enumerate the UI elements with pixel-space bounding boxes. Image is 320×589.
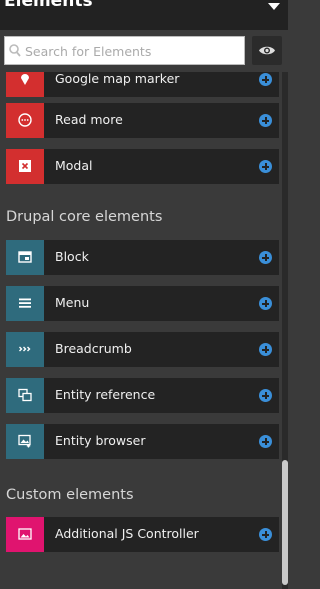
element-item-breadcrumb[interactable]: Breadcrumb bbox=[6, 332, 279, 367]
map-marker-icon bbox=[21, 74, 29, 85]
element-label: Menu bbox=[55, 295, 90, 310]
element-label: Entity reference bbox=[55, 387, 156, 402]
add-element-icon[interactable] bbox=[259, 160, 272, 173]
element-icon-tile bbox=[6, 72, 44, 97]
entity-browser-icon bbox=[18, 434, 31, 448]
element-item-read-more[interactable]: Read more bbox=[6, 103, 279, 138]
element-item-modal[interactable]: Modal bbox=[6, 149, 279, 184]
element-item-entity-reference[interactable]: Entity reference bbox=[6, 378, 279, 413]
element-icon-tile bbox=[6, 240, 44, 275]
element-label: Breadcrumb bbox=[55, 341, 132, 356]
add-element-icon[interactable] bbox=[259, 114, 272, 127]
image-icon bbox=[18, 528, 32, 540]
search-input[interactable] bbox=[25, 41, 240, 61]
block-icon bbox=[18, 251, 32, 263]
elements-list: Google map marker Read more Modal Drupal… bbox=[0, 72, 282, 589]
element-icon-tile bbox=[6, 286, 44, 321]
panel-title: Elements bbox=[4, 0, 93, 11]
element-label: Entity browser bbox=[55, 433, 146, 448]
element-item-block[interactable]: Block bbox=[6, 240, 279, 275]
scrollbar-thumb[interactable] bbox=[282, 460, 288, 585]
section-title-drupal-core: Drupal core elements bbox=[6, 209, 163, 225]
add-element-icon[interactable] bbox=[259, 73, 272, 86]
search-icon bbox=[9, 44, 21, 57]
eye-icon bbox=[259, 46, 275, 55]
menu-icon bbox=[19, 298, 31, 308]
element-item-menu[interactable]: Menu bbox=[6, 286, 279, 321]
element-icon-tile bbox=[6, 424, 44, 459]
element-item-google-map-marker[interactable]: Google map marker bbox=[6, 72, 279, 97]
element-label: Google map marker bbox=[55, 72, 180, 86]
panel-header: Elements bbox=[0, 0, 288, 30]
section-title-custom: Custom elements bbox=[6, 487, 134, 503]
element-label: Additional JS Controller bbox=[55, 526, 199, 541]
breadcrumb-icon bbox=[19, 346, 31, 352]
element-label: Block bbox=[55, 249, 89, 264]
element-item-entity-browser[interactable]: Entity browser bbox=[6, 424, 279, 459]
add-element-icon[interactable] bbox=[259, 528, 272, 541]
add-element-icon[interactable] bbox=[259, 251, 272, 264]
modal-close-icon bbox=[19, 160, 31, 172]
element-icon-tile bbox=[6, 149, 44, 184]
add-element-icon[interactable] bbox=[259, 389, 272, 402]
search-box bbox=[4, 36, 245, 65]
element-icon-tile bbox=[6, 103, 44, 138]
add-element-icon[interactable] bbox=[259, 297, 272, 310]
element-icon-tile bbox=[6, 517, 44, 552]
element-icon-tile bbox=[6, 332, 44, 367]
collapse-caret-icon[interactable] bbox=[268, 3, 280, 10]
element-item-additional-js-controller[interactable]: Additional JS Controller bbox=[6, 517, 279, 552]
add-element-icon[interactable] bbox=[259, 435, 272, 448]
ellipsis-circle-icon bbox=[18, 113, 32, 127]
element-icon-tile bbox=[6, 378, 44, 413]
entity-reference-icon bbox=[18, 388, 32, 402]
element-label: Read more bbox=[55, 112, 123, 127]
add-element-icon[interactable] bbox=[259, 343, 272, 356]
element-label: Modal bbox=[55, 158, 93, 173]
toggle-visibility-button[interactable] bbox=[252, 36, 282, 65]
